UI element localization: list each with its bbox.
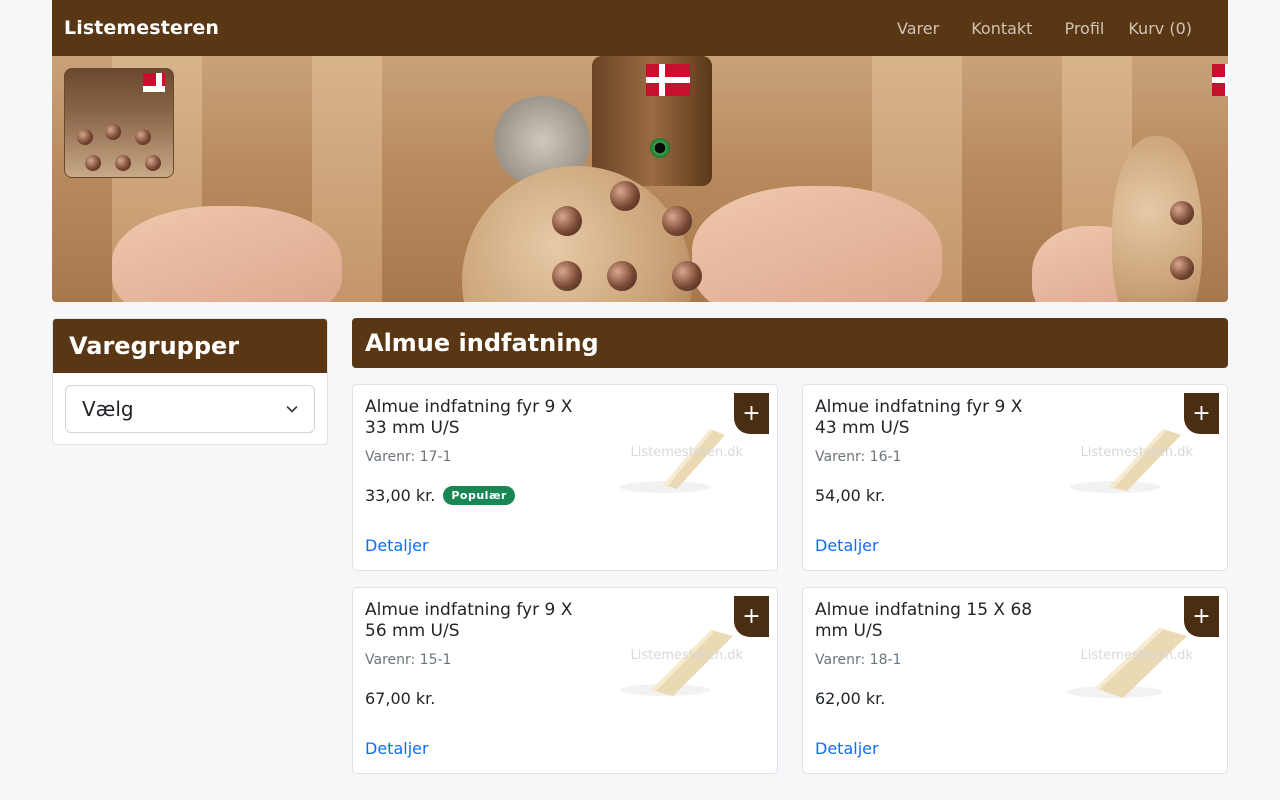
hero-rivet	[662, 206, 692, 236]
product-watermark: Listemesteren.dk	[630, 648, 743, 663]
sidebar-header: Varegrupper	[53, 319, 327, 373]
product-watermark: Listemesteren.dk	[1080, 648, 1193, 663]
product-watermark: Listemesteren.dk	[630, 445, 743, 460]
hero-hand	[112, 206, 342, 302]
sidebar-title: Varegrupper	[69, 332, 240, 360]
product-sku: Varenr: 15-1	[365, 652, 452, 668]
nav-link-varer[interactable]: Varer	[881, 19, 955, 38]
category-header: Almue indfatning	[352, 318, 1228, 368]
plus-icon: +	[742, 603, 761, 629]
danish-flag-icon	[143, 73, 165, 92]
product-price-row: 54,00 kr.	[815, 486, 885, 505]
chevron-down-icon	[286, 406, 298, 413]
details-link[interactable]: Detaljer	[365, 536, 429, 555]
nav-link-profil[interactable]: Profil	[1048, 19, 1120, 38]
add-to-cart-button[interactable]: +	[1184, 596, 1219, 637]
category-select-value: Vælg	[82, 397, 134, 421]
product-section: Almue indfatning Almue indfatning fyr 9 …	[352, 318, 1228, 774]
thumb-rivet	[105, 124, 121, 140]
product-card: Almue indfatning fyr 9 X 56 mm U/S Varen…	[352, 587, 778, 774]
hero-rivet	[672, 261, 702, 291]
product-price-row: 33,00 kr. Populær	[365, 486, 515, 505]
hero-thumbnail[interactable]	[64, 68, 174, 178]
product-price-row: 62,00 kr.	[815, 689, 885, 708]
plus-icon: +	[1192, 400, 1211, 426]
navbar: Listemesteren Varer Kontakt Profil Kurv …	[52, 0, 1228, 56]
category-title: Almue indfatning	[365, 329, 599, 357]
hero-rivet	[1170, 201, 1194, 225]
brand-logo[interactable]: Listemesteren	[64, 17, 219, 39]
product-watermark: Listemesteren.dk	[1080, 445, 1193, 460]
category-sidebar: Varegrupper Vælg	[52, 318, 328, 445]
product-name[interactable]: Almue indfatning fyr 9 X 43 mm U/S	[815, 397, 1045, 439]
hero-rivet	[610, 181, 640, 211]
product-card: Almue indfatning 15 X 68 mm U/S Varenr: …	[802, 587, 1228, 774]
product-price: 62,00 kr.	[815, 689, 886, 708]
details-link[interactable]: Detaljer	[815, 536, 879, 555]
details-link[interactable]: Detaljer	[815, 739, 879, 758]
product-price: 67,00 kr.	[365, 689, 436, 708]
plus-icon: +	[742, 400, 761, 426]
product-name[interactable]: Almue indfatning fyr 9 X 56 mm U/S	[365, 600, 595, 642]
product-sku: Varenr: 18-1	[815, 652, 902, 668]
hero-rivet	[552, 261, 582, 291]
danish-flag-icon	[1212, 64, 1228, 96]
product-price: 54,00 kr.	[815, 486, 886, 505]
add-to-cart-button[interactable]: +	[734, 596, 769, 637]
hero-hand	[692, 186, 942, 302]
thumb-rivet	[85, 155, 101, 171]
product-name[interactable]: Almue indfatning fyr 9 X 33 mm U/S	[365, 397, 595, 439]
danish-flag-icon	[646, 64, 690, 96]
thumb-rivet	[115, 155, 131, 171]
product-card: Almue indfatning fyr 9 X 43 mm U/S Varen…	[802, 384, 1228, 571]
details-link[interactable]: Detaljer	[365, 739, 429, 758]
add-to-cart-button[interactable]: +	[734, 393, 769, 434]
thumb-rivet	[145, 155, 161, 171]
product-sku: Varenr: 17-1	[365, 449, 452, 465]
plus-icon: +	[1192, 603, 1211, 629]
nav-links: Varer Kontakt Profil Kurv (0)	[881, 19, 1192, 38]
thumb-rivet	[77, 129, 93, 145]
hero-figure-eye	[650, 138, 670, 158]
thumb-rivet	[135, 129, 151, 145]
hero-rivet	[552, 206, 582, 236]
nav-link-kontakt[interactable]: Kontakt	[955, 19, 1048, 38]
page: Listemesteren Varer Kontakt Profil Kurv …	[52, 0, 1228, 774]
hero-banner	[52, 56, 1228, 302]
nav-link-cart[interactable]: Kurv (0)	[1120, 19, 1192, 38]
product-card: Almue indfatning fyr 9 X 33 mm U/S Varen…	[352, 384, 778, 571]
category-select[interactable]: Vælg	[65, 385, 315, 433]
add-to-cart-button[interactable]: +	[1184, 393, 1219, 434]
product-price-row: 67,00 kr.	[365, 689, 435, 708]
hero-rivet	[1170, 256, 1194, 280]
product-sku: Varenr: 16-1	[815, 449, 902, 465]
product-name[interactable]: Almue indfatning 15 X 68 mm U/S	[815, 600, 1045, 642]
product-price: 33,00 kr.	[365, 486, 436, 505]
hero-rivet	[607, 261, 637, 291]
popular-badge: Populær	[443, 486, 515, 505]
